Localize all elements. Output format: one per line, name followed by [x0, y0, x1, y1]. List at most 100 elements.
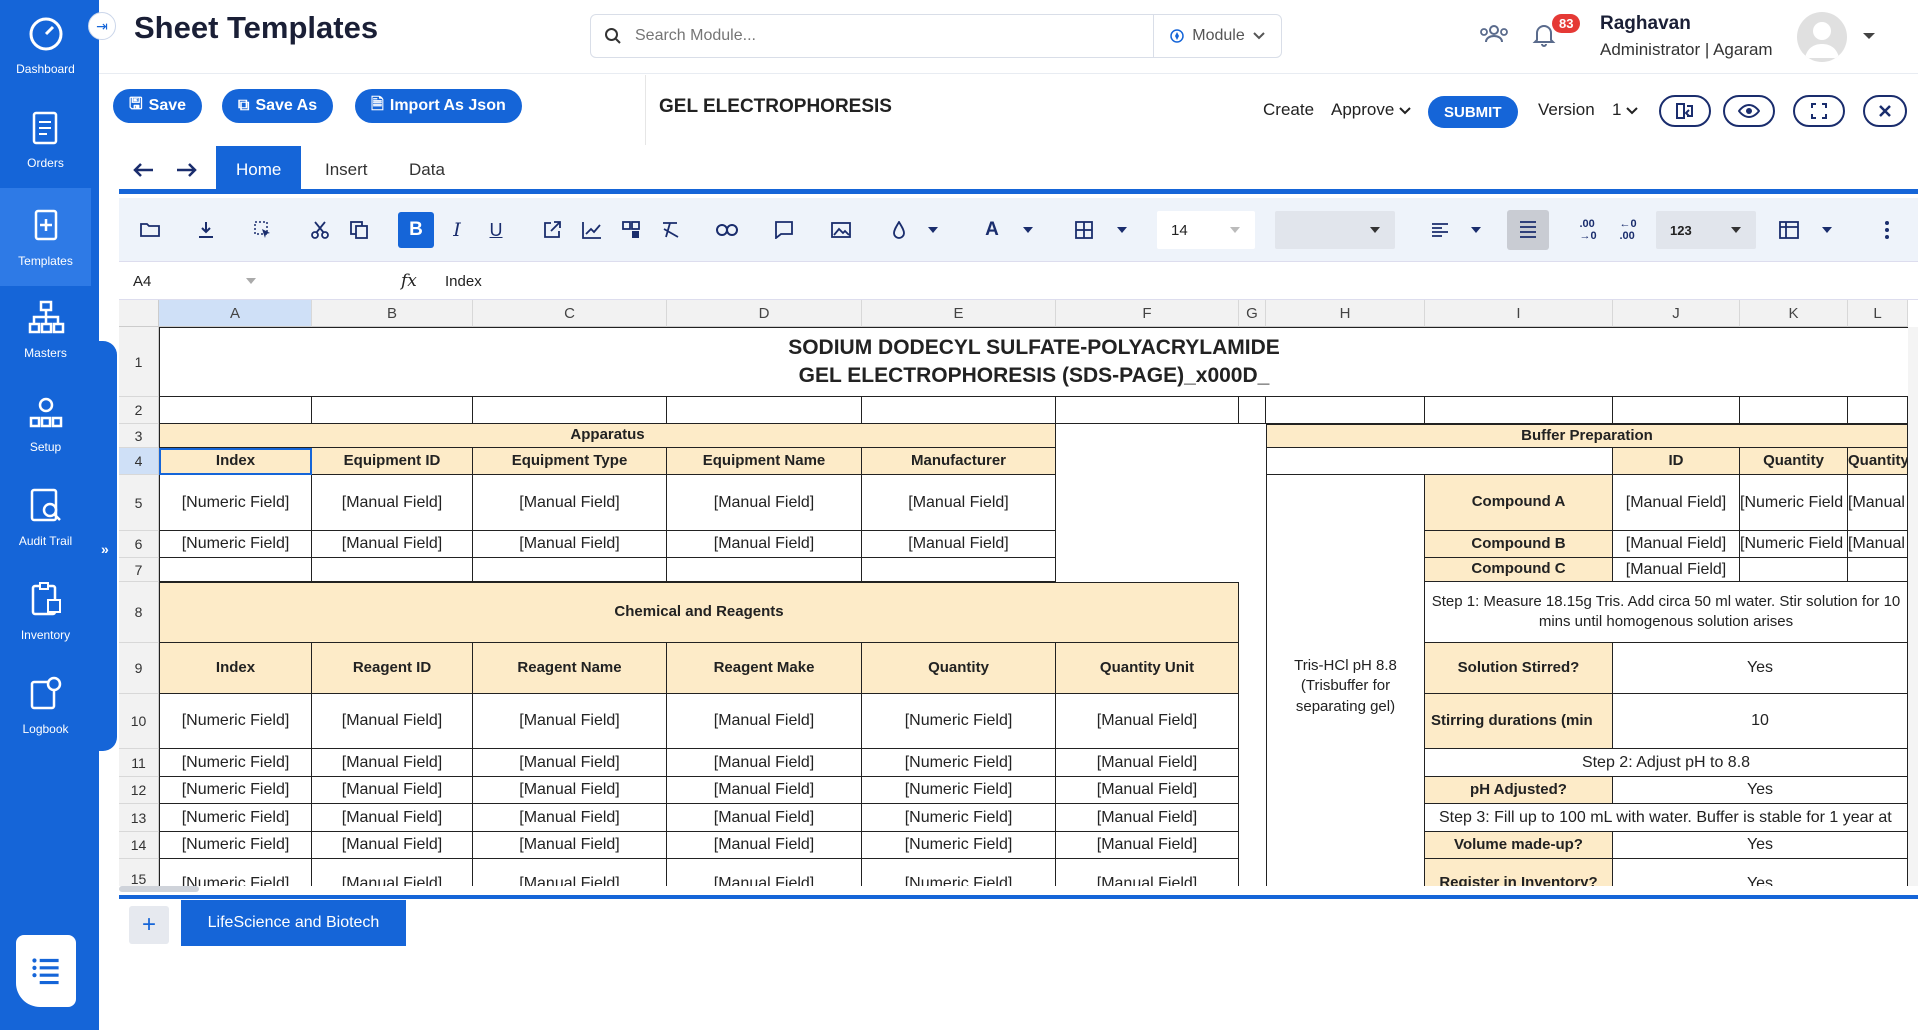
empty-cell[interactable] — [312, 397, 473, 424]
sheet-title-cell[interactable]: SODIUM DODECYL SULFATE-POLYACRYLAMIDE GE… — [159, 327, 1909, 397]
question-label[interactable]: Register in Inventory? — [1425, 859, 1613, 886]
empty-cell[interactable] — [1266, 448, 1613, 475]
table-header-cell[interactable]: Equipment Type — [473, 448, 667, 475]
compare-button[interactable] — [1659, 95, 1711, 127]
version-select[interactable]: 1 — [1612, 100, 1638, 120]
manual-field-cell[interactable]: [Manual Field] — [862, 475, 1056, 531]
answer-cell[interactable]: Yes — [1613, 859, 1908, 886]
submit-button[interactable]: SUBMIT — [1428, 96, 1518, 128]
manual-field-cell[interactable]: [Manual Field] — [667, 475, 862, 531]
manual-field-cell[interactable]: [Manual Field] — [1613, 558, 1740, 582]
empty-cell[interactable] — [473, 397, 667, 424]
open-folder-icon[interactable] — [132, 212, 168, 248]
table-header-cell[interactable]: Reagent Make — [667, 643, 862, 694]
users-icon[interactable] — [1478, 22, 1510, 51]
manual-field-cell[interactable]: [Manual Field] — [667, 694, 862, 749]
row-header[interactable]: 5 — [119, 475, 159, 531]
numeric-field-cell[interactable]: [Numeric Field] — [159, 859, 312, 886]
manual-field-cell[interactable]: [Manual Field] — [862, 531, 1056, 558]
table-header-cell[interactable]: Equipment ID — [312, 448, 473, 475]
empty-cell[interactable] — [1613, 397, 1740, 424]
select-icon[interactable] — [245, 212, 281, 248]
sidebar-item-masters[interactable]: Masters — [0, 284, 91, 374]
bold-button[interactable]: B — [398, 212, 434, 248]
preview-button[interactable] — [1723, 95, 1775, 127]
search-input[interactable] — [635, 27, 1153, 45]
spreadsheet-grid[interactable]: A B C D E F G H I J K L 1 2 3 4 5 6 7 8 … — [119, 300, 1918, 886]
number-format-select[interactable]: 123 — [1656, 211, 1756, 249]
fill-color-icon[interactable] — [881, 212, 917, 248]
sidebar-item-templates[interactable]: Templates — [0, 188, 91, 286]
column-header[interactable]: F — [1056, 300, 1239, 327]
wrap-text-button[interactable] — [1507, 210, 1549, 250]
manual-field-cell[interactable]: [Manual Field] — [1056, 859, 1239, 886]
table-header-cell[interactable]: Manufacturer — [862, 448, 1056, 475]
numeric-field-cell[interactable]: [Numeric Field] — [159, 531, 312, 558]
row-header[interactable]: 2 — [119, 397, 159, 424]
answer-cell[interactable]: 10 — [1613, 694, 1908, 749]
add-sheet-button[interactable]: + — [129, 906, 169, 944]
italic-button[interactable]: I — [439, 212, 475, 248]
empty-cell[interactable] — [312, 558, 473, 582]
sidebar-item-inventory[interactable]: Inventory — [0, 566, 91, 656]
fullscreen-button[interactable] — [1793, 95, 1845, 127]
numeric-field-cell[interactable]: [Numeric Field — [1740, 531, 1848, 558]
row-header[interactable]: 8 — [119, 582, 159, 643]
sidebar-item-audit-trail[interactable]: Audit Trail — [0, 472, 91, 562]
column-header[interactable]: D — [667, 300, 862, 327]
align-icon[interactable] — [1422, 212, 1458, 248]
compound-label[interactable]: Compound A — [1425, 475, 1613, 531]
numeric-field-cell[interactable]: [Numeric Field — [1740, 475, 1848, 531]
sidebar-item-setup[interactable]: Setup — [0, 378, 91, 468]
step-text-cell[interactable]: Step 2: Adjust pH to 8.8 — [1425, 749, 1908, 777]
table-icon[interactable] — [1771, 212, 1807, 248]
manual-field-cell[interactable]: [Manual Field] — [667, 749, 862, 777]
manual-field-cell[interactable]: [Manual Field] — [312, 749, 473, 777]
table-header-cell[interactable]: Quantity — [1740, 448, 1848, 475]
table-header-cell[interactable]: ID — [1613, 448, 1740, 475]
corner-cell[interactable] — [119, 300, 159, 327]
tab-home[interactable]: Home — [216, 146, 302, 194]
manual-field-cell[interactable]: [Manual Field] — [312, 777, 473, 804]
manual-field-cell[interactable]: [Manual Field] — [1613, 475, 1740, 531]
download-icon[interactable] — [188, 212, 224, 248]
close-button[interactable] — [1863, 95, 1907, 127]
empty-cell[interactable] — [1425, 397, 1613, 424]
chevron-down-icon[interactable] — [1458, 212, 1494, 248]
chevron-down-icon[interactable] — [1809, 212, 1845, 248]
avatar[interactable] — [1797, 12, 1847, 62]
sidebar-item-orders[interactable]: Orders — [0, 94, 91, 184]
tab-data[interactable]: Data — [409, 146, 445, 194]
table-header-cell[interactable]: Quantity — [1848, 448, 1908, 475]
row-header[interactable]: 4 — [119, 448, 159, 475]
table-header-cell[interactable]: Equipment Name — [667, 448, 862, 475]
font-family-select[interactable] — [1275, 211, 1395, 249]
answer-cell[interactable]: Yes — [1613, 832, 1908, 859]
table-header-cell[interactable]: Quantity — [862, 643, 1056, 694]
empty-cell[interactable] — [1848, 397, 1908, 424]
more-options-icon[interactable] — [1869, 212, 1905, 248]
empty-cell[interactable] — [862, 397, 1056, 424]
comment-icon[interactable] — [766, 212, 802, 248]
question-label[interactable]: Solution Stirred? — [1425, 643, 1613, 694]
step-text-cell[interactable]: Step 3: Fill up to 100 mL with water. Bu… — [1425, 804, 1908, 832]
chevron-down-icon[interactable] — [1104, 212, 1140, 248]
numeric-field-cell[interactable]: [Numeric Field] — [159, 694, 312, 749]
manual-field-cell[interactable]: [Manual Field] — [312, 531, 473, 558]
increase-decimal-icon[interactable]: .00 →0 — [1570, 212, 1606, 248]
table-header-cell[interactable]: Index — [159, 448, 312, 475]
column-header[interactable]: I — [1425, 300, 1613, 327]
empty-cell[interactable] — [862, 558, 1056, 582]
chemicals-header[interactable]: Chemical and Reagents — [159, 582, 1239, 643]
row-header[interactable]: 7 — [119, 558, 159, 582]
manual-field-cell[interactable]: [Manual Field] — [667, 531, 862, 558]
image-icon[interactable] — [823, 212, 859, 248]
empty-cell[interactable] — [667, 558, 862, 582]
compound-label[interactable]: Compound B — [1425, 531, 1613, 558]
question-label[interactable]: Volume made-up? — [1425, 832, 1613, 859]
manual-field-cell[interactable]: [Manual Field] — [473, 694, 667, 749]
column-header[interactable]: K — [1740, 300, 1848, 327]
question-label[interactable]: pH Adjusted? — [1425, 777, 1613, 804]
manual-field-cell[interactable]: [Manual Field] — [473, 832, 667, 859]
row-header[interactable]: 11 — [119, 749, 159, 777]
